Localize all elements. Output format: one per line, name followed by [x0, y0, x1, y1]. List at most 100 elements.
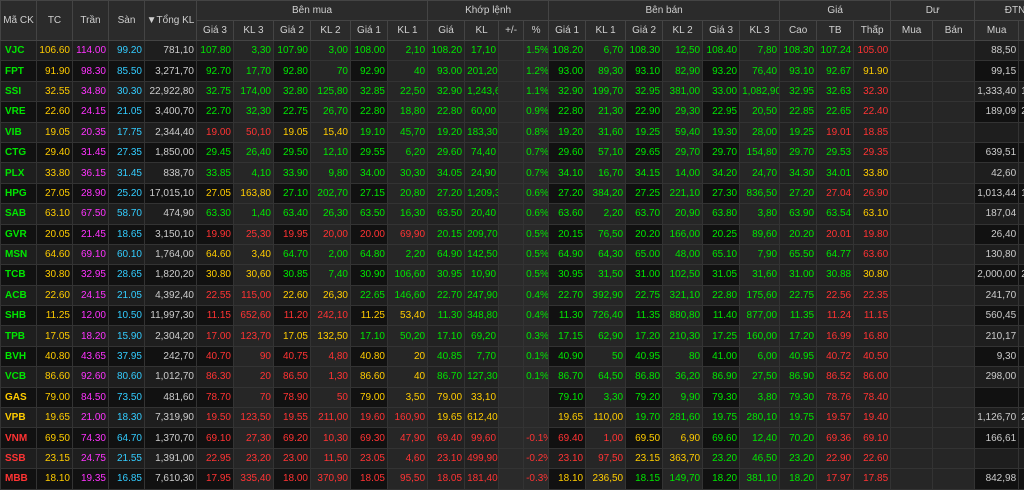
header-ref[interactable]: TC	[37, 1, 73, 41]
remain-sell-cell	[933, 306, 975, 326]
total-volume-cell: 2,304,20	[145, 326, 197, 346]
ask-vol-2-cell: 82,90	[663, 61, 703, 81]
symbol-cell[interactable]: FPT	[1, 61, 37, 81]
floor-price-cell: 17.75	[109, 122, 145, 142]
symbol-cell[interactable]: HPG	[1, 183, 37, 203]
stock-row[interactable]: PLX33.8036.1531.45838,7033.854,1033.909,…	[1, 163, 1024, 183]
symbol-cell[interactable]: VCB	[1, 367, 37, 387]
bid-price-3-cell: 63.30	[197, 204, 234, 224]
header-ask-price-3[interactable]: Giá 3	[703, 21, 740, 41]
header-bid-price-3[interactable]: Giá 3	[197, 21, 234, 41]
ask-price-3-cell: 69.60	[703, 428, 740, 448]
symbol-cell[interactable]: VIB	[1, 122, 37, 142]
stock-row[interactable]: SSB23.1524.7521.551,391,0022.9523,2023.0…	[1, 448, 1024, 468]
header-remain-buy[interactable]: Mua	[891, 21, 933, 41]
header-high[interactable]: Cao	[780, 21, 817, 41]
header-foreign-buy[interactable]: Mua	[975, 21, 1019, 41]
header-price-group: Giá	[780, 1, 891, 21]
high-price-cell: 86.90	[780, 367, 817, 387]
ask-price-2-cell: 31.00	[626, 265, 663, 285]
symbol-cell[interactable]: SSI	[1, 81, 37, 101]
symbol-cell[interactable]: GAS	[1, 387, 37, 407]
high-price-cell: 19.25	[780, 122, 817, 142]
high-price-cell: 17.20	[780, 326, 817, 346]
symbol-cell[interactable]: SAB	[1, 204, 37, 224]
header-remain-sell[interactable]: Bán	[933, 21, 975, 41]
bid-price-1-cell: 108.00	[351, 41, 388, 61]
header-match-price[interactable]: Giá	[428, 21, 465, 41]
header-match-percent[interactable]: %	[524, 21, 549, 41]
stock-row[interactable]: MBB18.1019.3516.857,610,3017.95335,4018.…	[1, 469, 1024, 489]
bid-vol-2-cell: 1,30	[311, 367, 351, 387]
header-total-volume-label: Tổng KL	[157, 15, 195, 26]
header-low[interactable]: Thấp	[854, 21, 891, 41]
header-symbol[interactable]: Mã CK	[1, 1, 37, 41]
header-bid-vol-3[interactable]: KL 3	[234, 21, 274, 41]
stock-row[interactable]: TCB30.8032.9528.651,820,2030.8030,6030.8…	[1, 265, 1024, 285]
header-bid-vol-2[interactable]: KL 2	[311, 21, 351, 41]
header-ask-vol-2[interactable]: KL 2	[663, 21, 703, 41]
symbol-cell[interactable]: BVH	[1, 346, 37, 366]
stock-row[interactable]: HPG27.0528.9025.2017,015,1027.05163,8027…	[1, 183, 1024, 203]
symbol-cell[interactable]: TCB	[1, 265, 37, 285]
header-ceiling[interactable]: Trần	[73, 1, 109, 41]
symbol-cell[interactable]: MSN	[1, 244, 37, 264]
low-price-cell: 78.40	[854, 387, 891, 407]
low-price-cell: 11.15	[854, 306, 891, 326]
stock-row[interactable]: MSN64.6069.1060.101,764,0064.603,4064.70…	[1, 244, 1024, 264]
low-price-cell: 22.60	[854, 448, 891, 468]
symbol-cell[interactable]: SHB	[1, 306, 37, 326]
stock-row[interactable]: ACB22.6024.1521.054,392,4022.55115,0022.…	[1, 285, 1024, 305]
stock-row[interactable]: SAB63.1067.5058.70474,9063.301,4063.4026…	[1, 204, 1024, 224]
stock-row[interactable]: VIB19.0520.3517.752,344,4019.0050,1019.0…	[1, 122, 1024, 142]
average-price-cell: 16.99	[817, 326, 854, 346]
symbol-cell[interactable]: ACB	[1, 285, 37, 305]
foreign-buy-cell: 42,60	[975, 163, 1019, 183]
bid-price-3-cell: 86.30	[197, 367, 234, 387]
symbol-cell[interactable]: TPB	[1, 326, 37, 346]
header-total-volume[interactable]: ▼Tổng KL	[145, 1, 197, 41]
symbol-cell[interactable]: VNM	[1, 428, 37, 448]
symbol-cell[interactable]: PLX	[1, 163, 37, 183]
header-bid-price-2[interactable]: Giá 2	[274, 21, 311, 41]
header-bid-vol-1[interactable]: KL 1	[388, 21, 428, 41]
header-foreign-sell[interactable]: Bán	[1019, 21, 1024, 41]
header-ask-price-2[interactable]: Giá 2	[626, 21, 663, 41]
ask-price-1-cell: 79.10	[549, 387, 586, 407]
symbol-cell[interactable]: VJC	[1, 41, 37, 61]
ask-vol-1-cell: 89,30	[586, 61, 626, 81]
stock-row[interactable]: BVH40.8043.6537.95242,7040.709040.754,80…	[1, 346, 1024, 366]
ref-price-cell: 23.15	[37, 448, 73, 468]
stock-row[interactable]: VCB86.6092.6080.601,012,7086.302086.501,…	[1, 367, 1024, 387]
stock-row[interactable]: TPB17.0518.2015.902,304,2017.00123,7017.…	[1, 326, 1024, 346]
header-ask-vol-1[interactable]: KL 1	[586, 21, 626, 41]
header-ask-price-1[interactable]: Giá 1	[549, 21, 586, 41]
ceiling-price-cell: 28.90	[73, 183, 109, 203]
header-bid-price-1[interactable]: Giá 1	[351, 21, 388, 41]
stock-row[interactable]: VNM69.5074.3064.701,370,7069.1027,3069.2…	[1, 428, 1024, 448]
header-ask-vol-3[interactable]: KL 3	[740, 21, 780, 41]
symbol-cell[interactable]: VPB	[1, 408, 37, 428]
header-average[interactable]: TB	[817, 21, 854, 41]
header-floor[interactable]: Sàn	[109, 1, 145, 41]
stock-row[interactable]: GAS79.0084.5073.50481,6078.707078.905079…	[1, 387, 1024, 407]
stock-row[interactable]: VRE22.6024.1521.053,400,7022.7032,3022.7…	[1, 102, 1024, 122]
stock-row[interactable]: VJC106.60114.0099.20781,10107.803,30107.…	[1, 41, 1024, 61]
stock-row[interactable]: FPT91.9098.3085.503,271,7092.7017,7092.8…	[1, 61, 1024, 81]
header-match-vol[interactable]: KL	[465, 21, 499, 41]
header-match-change[interactable]: +/-	[499, 21, 524, 41]
symbol-cell[interactable]: SSB	[1, 448, 37, 468]
ceiling-price-cell: 24.75	[73, 448, 109, 468]
symbol-cell[interactable]: MBB	[1, 469, 37, 489]
symbol-cell[interactable]: CTG	[1, 142, 37, 162]
foreign-buy-cell: 560,45	[975, 306, 1019, 326]
symbol-cell[interactable]: GVR	[1, 224, 37, 244]
stock-row[interactable]: SSI32.5534.8030.3022,922,8032.75174,0032…	[1, 81, 1024, 101]
ask-price-1-cell: 23.10	[549, 448, 586, 468]
stock-row[interactable]: GVR20.0521.4518.653,150,1019.9025,3019.9…	[1, 224, 1024, 244]
stock-row[interactable]: CTG29.4031.4527.351,850,0029.4526,4029.5…	[1, 142, 1024, 162]
stock-row[interactable]: SHB11.2512.0010.5011,997,3011.15652,6011…	[1, 306, 1024, 326]
symbol-cell[interactable]: VRE	[1, 102, 37, 122]
stock-row[interactable]: VPB19.6521.0018.307,319,9019.50123,5019.…	[1, 408, 1024, 428]
bid-vol-2-cell: 15,40	[311, 122, 351, 142]
